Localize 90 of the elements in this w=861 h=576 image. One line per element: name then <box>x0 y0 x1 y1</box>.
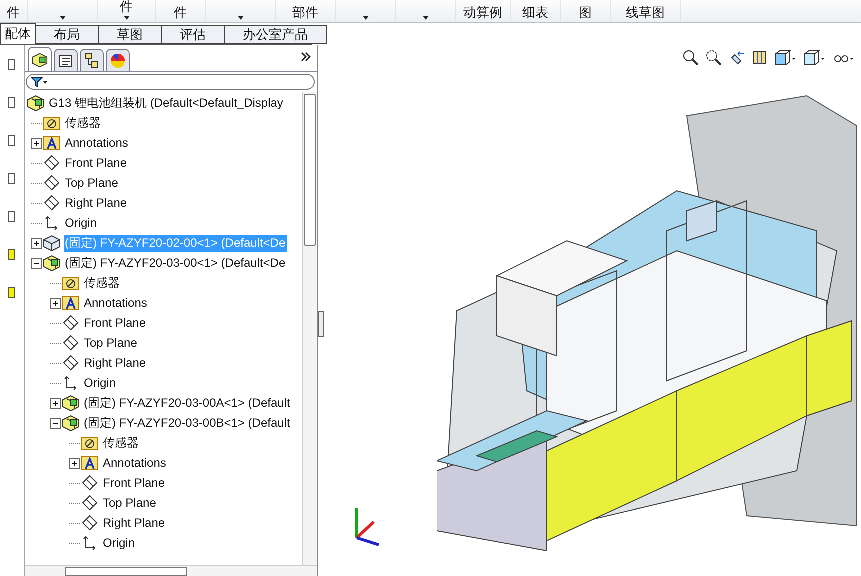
sensor-folder-icon <box>43 115 61 131</box>
annotation-folder-icon <box>81 455 99 471</box>
sensor-folder-icon <box>81 435 99 451</box>
tree-item[interactable]: Right Plane <box>64 196 128 210</box>
zoom-area-icon <box>706 50 722 66</box>
assembly-icon <box>43 255 61 271</box>
tree-item[interactable]: Top Plane <box>64 176 120 190</box>
plane-icon <box>62 355 80 371</box>
plane-icon <box>43 175 61 191</box>
tool-icon <box>8 135 16 147</box>
command-tab[interactable]: 办公室产品 <box>224 25 327 44</box>
assembly-icon <box>27 95 45 111</box>
filter-icon <box>31 76 49 88</box>
tree-item[interactable]: G13 锂电池组装机 (Default<Default_Display <box>48 94 284 112</box>
ribbon-button[interactable]: 部件 <box>276 0 336 22</box>
expand-toggle[interactable] <box>69 458 80 468</box>
annotation-folder-icon <box>43 135 61 151</box>
configuration-icon <box>84 52 100 68</box>
manager-tab[interactable] <box>28 47 52 71</box>
assembly-icon <box>32 52 48 68</box>
ribbon-button[interactable]: 件 <box>0 0 28 22</box>
manager-tab[interactable] <box>80 49 104 71</box>
previous-view-icon <box>729 50 745 66</box>
tree-item[interactable]: Right Plane <box>102 516 166 530</box>
expand-toggle[interactable] <box>31 238 42 248</box>
ribbon-button[interactable]: 动算例 <box>456 0 511 22</box>
manager-tab[interactable] <box>54 49 78 71</box>
tree-item[interactable]: 传感器 <box>64 114 102 132</box>
tree-item[interactable]: Origin <box>102 536 136 550</box>
tree-item[interactable]: Annotations <box>64 136 130 150</box>
assembly-icon <box>62 415 80 431</box>
zoom-fit-icon <box>683 50 699 66</box>
expand-toggle[interactable] <box>31 138 42 148</box>
command-tab[interactable]: 评估 <box>161 25 225 44</box>
tool-icon <box>8 249 16 261</box>
manager-tab[interactable] <box>106 49 130 71</box>
tree-item[interactable]: Annotations <box>83 296 148 310</box>
display-style-icon <box>804 50 826 66</box>
vertical-scrollbar[interactable] <box>302 92 317 565</box>
sensor-folder-icon <box>62 275 80 291</box>
command-tab[interactable]: 草图 <box>98 25 162 44</box>
ribbon-button[interactable]: 图 <box>561 0 611 22</box>
expand-toggle[interactable] <box>50 398 61 408</box>
tree-item[interactable]: (固定) FY-AZYF20-03-00<1> (Default<De <box>64 254 287 272</box>
horizontal-scrollbar[interactable] <box>25 565 317 576</box>
ribbon-button[interactable]: 件 <box>156 0 206 22</box>
plane-icon <box>81 515 99 531</box>
caret-icon <box>422 16 428 20</box>
tool-icon <box>8 59 16 71</box>
plane-icon <box>62 335 80 351</box>
command-tab[interactable]: 布局 <box>35 25 99 44</box>
plane-icon <box>81 495 99 511</box>
plane-icon <box>62 315 80 331</box>
collapse-toggle[interactable] <box>50 418 61 428</box>
tree-item[interactable]: Front Plane <box>102 476 166 490</box>
plane-icon <box>43 195 61 211</box>
ribbon-button[interactable]: 线草图 <box>611 0 681 22</box>
tree-item[interactable]: Annotations <box>102 456 168 470</box>
property-list-icon <box>58 52 74 68</box>
view-orientation-icon <box>775 50 797 66</box>
tree-item[interactable]: Top Plane <box>102 496 158 510</box>
collapse-toggle[interactable] <box>31 258 42 268</box>
tree-item[interactable]: Top Plane <box>83 336 138 350</box>
tree-item[interactable]: Front Plane <box>83 316 148 330</box>
annotation-folder-icon <box>62 295 80 311</box>
tree-item[interactable]: Origin <box>83 376 118 390</box>
tree-item[interactable]: (固定) FY-AZYF20-03-00A<1> (Default <box>83 394 292 412</box>
splitter-handle-icon <box>318 311 324 337</box>
part-icon <box>43 235 61 251</box>
caret-icon <box>362 16 368 20</box>
filter-field[interactable] <box>26 74 315 90</box>
section-view-icon <box>752 50 768 66</box>
ribbon-button[interactable]: 细表 <box>511 0 561 22</box>
command-tab[interactable]: 配体 <box>0 23 36 44</box>
tree-item[interactable]: 传感器 <box>83 274 121 292</box>
tree-item[interactable]: (固定) FY-AZYF20-03-00B<1> (Default <box>83 414 292 432</box>
tree-item[interactable]: 传感器 <box>102 434 140 452</box>
tree-item[interactable]: Front Plane <box>64 156 128 170</box>
tool-icon <box>8 97 16 109</box>
plane-icon <box>43 155 61 171</box>
tree-item[interactable]: Origin <box>64 216 98 230</box>
tool-icon <box>8 287 16 299</box>
assembly-icon <box>62 395 80 411</box>
tree-item[interactable]: Right Plane <box>83 356 148 370</box>
appearance-ball-icon <box>110 52 126 68</box>
expand-toggle[interactable] <box>50 298 61 308</box>
tool-icon <box>8 173 16 185</box>
double-chevron-icon <box>301 52 311 62</box>
tool-icon <box>8 211 16 223</box>
plane-icon <box>81 475 99 491</box>
